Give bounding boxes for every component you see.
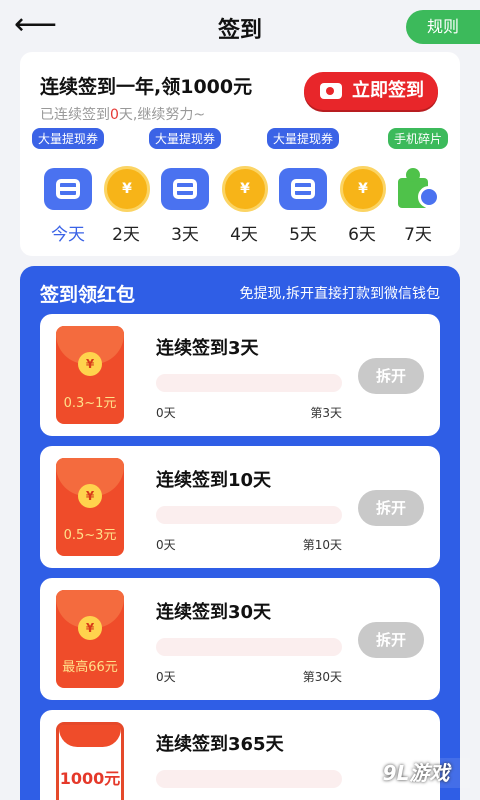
task-title: 连续签到3天 [156, 338, 259, 359]
watermark-logo: 9L游戏 [362, 758, 470, 788]
day-reward-5[interactable]: 大量提现券 5天 [266, 128, 340, 248]
coin-icon: ¥ [222, 166, 268, 212]
red-envelope-icon: ¥ 0.5~3元 [56, 458, 124, 556]
yuan-seal-icon: ¥ [78, 352, 102, 376]
day-label: 5天 [289, 225, 317, 245]
day-label: 3天 [171, 225, 199, 245]
day-label: 4天 [230, 225, 258, 245]
progress-start-label: 0天 [156, 538, 176, 552]
open-envelope-button[interactable]: 拆开 [358, 490, 424, 526]
day-reward-1[interactable]: 大量提现券 今天 [31, 128, 105, 248]
task-title: 连续签到365天 [156, 734, 284, 755]
yuan-seal-icon: ¥ [78, 616, 102, 640]
streak-prefix: 已连续签到 [40, 107, 110, 123]
reward-badge: 大量提现券 [266, 128, 340, 149]
progress-bar [156, 770, 342, 788]
day-label: 7天 [404, 225, 432, 245]
day-reward-2[interactable]: ¥ 2天 [96, 128, 156, 248]
progress-end-label: 第10天 [302, 538, 342, 552]
envelope-task-10-days: ¥ 0.5~3元 连续签到10天 0天 第10天 拆开 [40, 446, 440, 568]
envelope-amount: 0.3~1元 [63, 396, 117, 411]
progress-start-label: 0天 [156, 406, 176, 420]
day-reward-7[interactable]: 手机碎片 7天 [387, 128, 449, 248]
progress-end-label: 第3天 [310, 406, 342, 420]
red-envelope-panel: 签到领红包 免提现,拆开直接打款到微信钱包 ¥ 0.3~1元 连续签到3天 0天… [20, 266, 460, 800]
signin-card: 连续签到一年,领1000元 已连续签到0天,继续努力~ 立即签到 大量提现券 今… [20, 52, 460, 256]
task-title: 连续签到30天 [156, 602, 272, 623]
progress-bar [156, 374, 342, 392]
red-envelope-icon: ¥ 0.3~1元 [56, 326, 124, 424]
signin-now-button[interactable]: 立即签到 [304, 72, 438, 110]
envelope-amount: 最高66元 [62, 660, 118, 675]
panel-note: 免提现,拆开直接打款到微信钱包 [239, 286, 440, 302]
progress-bar [156, 506, 342, 524]
envelope-task-3-days: ¥ 0.3~1元 连续签到3天 0天 第3天 拆开 [40, 314, 440, 436]
streak-days: 0 [110, 107, 119, 123]
envelope-amount: 1000元 [59, 769, 121, 788]
puzzle-piece-icon [398, 168, 440, 210]
coin-icon: ¥ [104, 166, 150, 212]
open-envelope-button[interactable]: 拆开 [358, 622, 424, 658]
progress-start-label: 0天 [156, 670, 176, 684]
top-bar: ⟵ 签到 规则 [0, 0, 480, 52]
coin-icon: ¥ [340, 166, 386, 212]
red-envelope-icon: 1000元 [56, 722, 124, 800]
signin-now-label: 立即签到 [352, 80, 424, 101]
reward-badge: 大量提现券 [148, 128, 222, 149]
ticket-icon [161, 168, 209, 210]
progress-bar [156, 638, 342, 656]
video-camera-icon [320, 83, 342, 99]
envelope-task-30-days: ¥ 最高66元 连续签到30天 0天 第30天 拆开 [40, 578, 440, 700]
task-title: 连续签到10天 [156, 470, 272, 491]
yuan-seal-icon: ¥ [78, 484, 102, 508]
day-label: 6天 [348, 225, 376, 245]
signin-card-title: 连续签到一年,领1000元 [40, 76, 253, 98]
streak-suffix: 天,继续努力~ [118, 107, 206, 123]
envelope-amount: 0.5~3元 [63, 528, 117, 543]
reward-badge: 手机碎片 [387, 128, 449, 149]
day-reward-4[interactable]: ¥ 4天 [214, 128, 274, 248]
signin-streak-text: 已连续签到0天,继续努力~ [40, 104, 205, 124]
ticket-icon [44, 168, 92, 210]
open-envelope-button[interactable]: 拆开 [358, 358, 424, 394]
red-envelope-icon: ¥ 最高66元 [56, 590, 124, 688]
ticket-icon [279, 168, 327, 210]
day-reward-6[interactable]: ¥ 6天 [332, 128, 392, 248]
progress-end-label: 第30天 [302, 670, 342, 684]
reward-badge: 大量提现券 [31, 128, 105, 149]
day-label: 2天 [112, 225, 140, 245]
day-rewards-row: 大量提现券 今天 ¥ 2天 大量提现券 3天 ¥ 4天 大量提现券 5天 ¥ 6… [31, 128, 449, 248]
rules-button[interactable]: 规则 [406, 10, 480, 44]
panel-title: 签到领红包 [40, 284, 136, 306]
day-reward-3[interactable]: 大量提现券 3天 [148, 128, 222, 248]
day-label: 今天 [51, 225, 85, 245]
